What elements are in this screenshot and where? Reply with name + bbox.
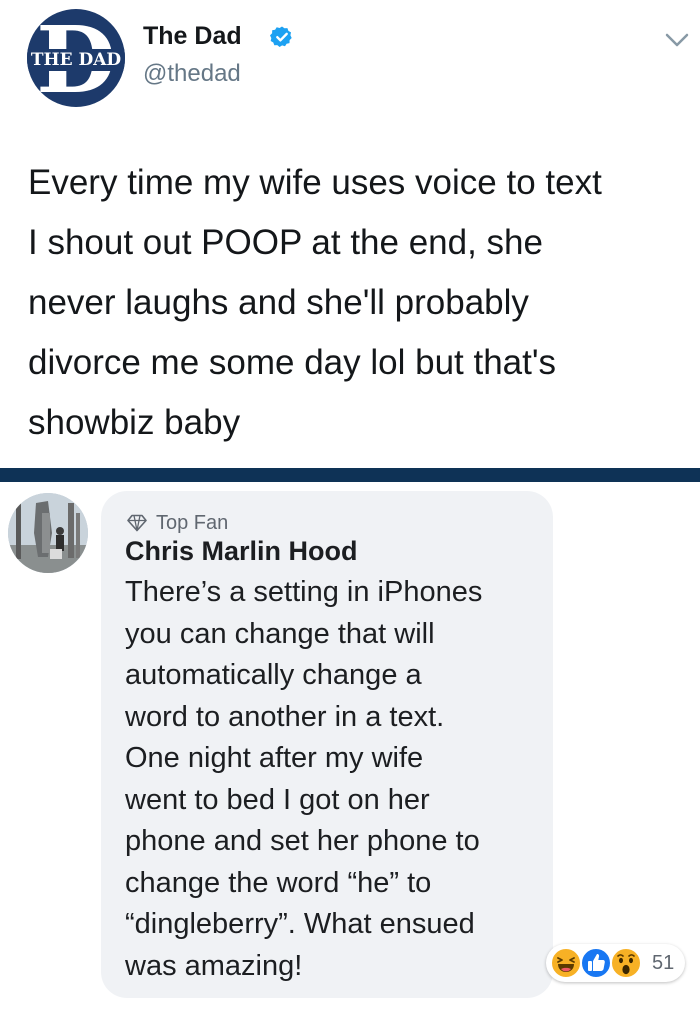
avatar-band: THE DAD (27, 49, 125, 71)
comment-line: automatically change a (125, 659, 422, 691)
tweet-line: showbiz baby (28, 403, 241, 442)
commenter-name[interactable]: Chris Marlin Hood (125, 536, 358, 567)
avatar-text: THE DAD (30, 50, 122, 70)
comment-line: One night after my wife (125, 742, 424, 774)
haha-icon (550, 947, 582, 979)
commenter-avatar[interactable] (8, 493, 88, 573)
display-name[interactable]: The Dad (143, 22, 242, 51)
comment-line: went to bed I got on her (125, 783, 430, 816)
comment-line: word to another in a text. (125, 700, 445, 733)
verified-badge-icon (270, 26, 292, 47)
profile-avatar[interactable]: D THE DAD (27, 9, 125, 107)
reaction-summary[interactable]: 51 (546, 944, 686, 982)
diamond-icon (127, 514, 147, 532)
chevron-down-icon[interactable] (664, 31, 690, 49)
comment-line: “dingleberry”. What ensued (125, 908, 475, 940)
top-fan-badge: Top Fan (127, 512, 228, 534)
comment-line: was amazing! (125, 949, 303, 982)
top-fan-label: Top Fan (156, 511, 229, 534)
comment-line: phone and set her phone to (125, 825, 480, 857)
tweet-line: Every time my wife uses voice to text (28, 163, 602, 202)
tweet-line: I shout out POOP at the end, she (28, 223, 543, 262)
tweet-card: D THE DAD The Dad @thedad Every time my … (0, 0, 700, 468)
tweet-line: divorce me some day lol but that's (28, 343, 557, 382)
section-divider (0, 468, 700, 482)
like-icon (580, 947, 612, 979)
user-handle[interactable]: @thedad (143, 60, 241, 88)
wow-icon (610, 947, 642, 979)
comment-line: you can change that will (125, 617, 435, 650)
comment-line: There’s a setting in iPhones (125, 576, 483, 608)
comment-text: There’s a setting in iPhones you can cha… (125, 572, 545, 987)
tweet-text: Every time my wife uses voice to text I … (28, 153, 688, 453)
tweet-line: never laughs and she'll probably (28, 283, 529, 322)
comment-line: change the word “he” to (125, 866, 432, 899)
reaction-count: 51 (652, 952, 675, 974)
commenter-photo (8, 493, 88, 573)
